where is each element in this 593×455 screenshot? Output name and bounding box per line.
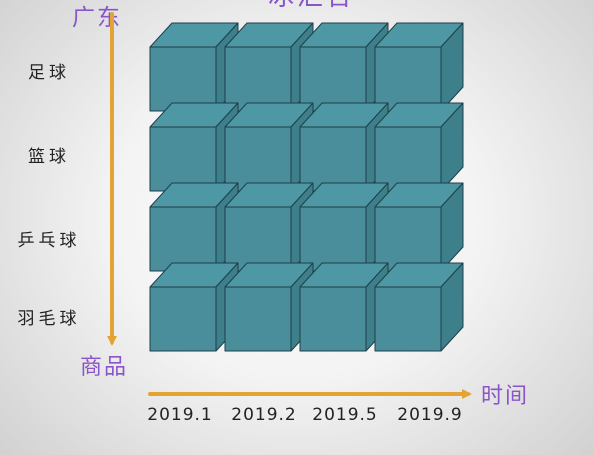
cube-front-face (299, 46, 367, 112)
cube-front-face (224, 46, 292, 112)
cube-r4-c4 (374, 262, 464, 352)
cube-front-face (149, 286, 217, 352)
cube-front-face (374, 206, 442, 272)
cube-front-face (149, 46, 217, 112)
cube-layer (149, 22, 464, 352)
cube-r2-c4 (374, 102, 464, 192)
cube-front-face (374, 126, 442, 192)
cube-front-face (224, 206, 292, 272)
cube-r3-c4 (374, 182, 464, 272)
cube-front-face (299, 286, 367, 352)
data-cube-diagram (107, 12, 472, 399)
cube-front-face (224, 126, 292, 192)
cube-front-face (149, 126, 217, 192)
cube-r1-c4 (374, 22, 464, 112)
cube-front-face (299, 126, 367, 192)
cube-front-face (224, 286, 292, 352)
cube-front-face (374, 46, 442, 112)
cube-front-face (374, 286, 442, 352)
cube-front-face (299, 206, 367, 272)
cube-front-face (149, 206, 217, 272)
